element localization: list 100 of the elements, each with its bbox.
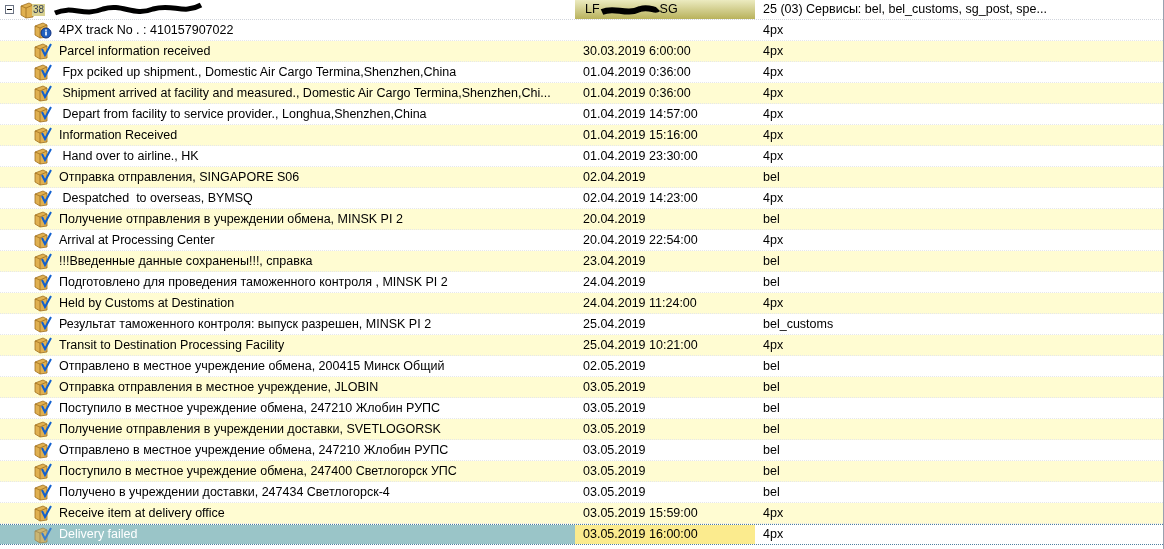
event-row[interactable]: Despatched to overseas, BYMSQ 02.04.2019 14:23:00 4px: [0, 188, 1163, 209]
service-text: 4px: [762, 231, 784, 249]
event-text: 4PX track No . : 410157907022: [59, 21, 234, 39]
date-text: 01.04.2019 23:30:00: [583, 147, 698, 165]
event-row[interactable]: Transit to Destination Processing Facility 25.04.2019 10:21:00 4px: [0, 335, 1163, 356]
parcel-check-icon: [34, 231, 52, 249]
event-row[interactable]: Held by Customs at Destination 24.04.2019 11:24:00 4px: [0, 293, 1163, 314]
service-text: bel_customs: [762, 315, 834, 333]
parcel-info-icon: [34, 21, 52, 39]
event-row[interactable]: !!!Введенные данные сохранены!!!, справка 23.04.2019 bel: [0, 251, 1163, 272]
date-text: 01.04.2019 0:36:00: [583, 84, 691, 102]
event-text: Отправка отправления, SINGAPORE S06: [59, 168, 300, 186]
event-row[interactable]: Arrival at Processing Center 20.04.2019 22:54:00 4px: [0, 230, 1163, 251]
service-text: bel: [762, 420, 780, 438]
date-text: 25.04.2019: [583, 315, 646, 333]
date-text: 03.05.2019 15:59:00: [583, 504, 698, 522]
code-prefix: LF: [585, 1, 600, 19]
parcel-check-icon: [34, 336, 52, 354]
service-text: 4px: [762, 63, 784, 81]
service-text: 4px: [762, 126, 784, 144]
parcel-check-icon: [34, 441, 52, 459]
event-row[interactable]: Information Received 01.04.2019 15:16:00 4px: [0, 125, 1163, 146]
event-row[interactable]: Delivery failed 03.05.2019 16:00:00 4px: [0, 524, 1163, 545]
event-text: Отправка отправления в местное учреждение, JLOBIN: [59, 378, 379, 396]
service-text: bel: [762, 441, 780, 459]
date-text: 03.05.2019: [583, 399, 646, 417]
event-text: Delivery failed: [59, 526, 138, 544]
event-row[interactable]: Shipment arrived at facility and measured., Domestic Air Cargo Termina,Shenzhen,Chi... 01.04.2019 0:36:00 4px: [0, 83, 1163, 104]
event-text: Arrival at Processing Center: [59, 231, 215, 249]
parcel-check-icon: [34, 252, 52, 270]
event-row[interactable]: Получено в учреждении доставки, 247434 Светлогорск-4 03.05.2019 bel: [0, 482, 1163, 503]
service-text: 4px: [762, 105, 784, 123]
event-row[interactable]: Результат таможенного контроля: выпуск разрешен, MINSK PI 2 25.04.2019 bel_customs: [0, 314, 1163, 335]
event-text: Поступило в местное учреждение обмена, 247400 Светлогорск УПС: [59, 462, 457, 480]
parcel-check-icon: [34, 273, 52, 291]
parcel-check-icon: [34, 399, 52, 417]
service-text: 4px: [762, 336, 784, 354]
date-text: 02.04.2019 14:23:00: [583, 189, 698, 207]
service-text: 4px: [762, 189, 784, 207]
parcel-check-icon: [34, 84, 52, 102]
event-text: Отправлено в местное учреждение обмена, 247210 Жлобин РУПС: [59, 441, 449, 459]
service-text: 4px: [762, 294, 784, 312]
event-text: Information Received: [59, 126, 178, 144]
event-text: Поступило в местное учреждение обмена, 247210 Жлобин РУПС: [59, 399, 441, 417]
date-text: 01.04.2019 15:16:00: [583, 126, 698, 144]
count-badge: 38: [32, 3, 46, 16]
event-text: Получение отправления в учреждении обмена, MINSK PI 2: [59, 210, 403, 228]
event-row[interactable]: Отправка отправления, SINGAPORE S06 02.04.2019 bel: [0, 167, 1163, 188]
event-row[interactable]: Получение отправления в учреждении доставки, SVETLOGORSK 03.05.2019 bel: [0, 419, 1163, 440]
event-row[interactable]: Поступило в местное учреждение обмена, 247210 Жлобин РУПС 03.05.2019 bel: [0, 398, 1163, 419]
date-text: 03.05.2019: [583, 462, 646, 480]
event-text: Fpx pciked up shipment., Domestic Air Cargo Termina,Shenzhen,China: [61, 63, 457, 81]
parcel-check-icon: [34, 357, 52, 375]
date-text: 03.05.2019: [583, 483, 646, 501]
date-text: 01.04.2019 0:36:00: [583, 63, 691, 81]
event-text: Transit to Destination Processing Facility: [59, 336, 285, 354]
date-text: 03.05.2019 16:00:00: [583, 526, 698, 544]
service-text: bel: [762, 168, 780, 186]
date-text: 23.04.2019: [583, 252, 646, 270]
service-text: bel: [762, 357, 780, 375]
service-text: 4px: [762, 504, 784, 522]
date-text: 03.05.2019: [583, 441, 646, 459]
event-text: Receive item at delivery office: [59, 504, 225, 522]
event-row[interactable]: Отправлено в местное учреждение обмена, 200415 Минск Общий 02.05.2019 bel: [0, 356, 1163, 377]
service-text: bel: [762, 399, 780, 417]
date-text: 30.03.2019 6:00:00: [583, 42, 691, 60]
event-row[interactable]: Parcel information received 30.03.2019 6:00:00 4px: [0, 41, 1163, 62]
event-text: Held by Customs at Destination: [59, 294, 235, 312]
event-text: !!!Введенные данные сохранены!!!, справка: [59, 252, 313, 270]
event-row[interactable]: Подготовлено для проведения таможенного контроля , MINSK PI 2 24.04.2019 bel: [0, 272, 1163, 293]
service-text: 4px: [762, 21, 784, 39]
service-text: 4px: [762, 42, 784, 60]
event-row[interactable]: Отправлено в местное учреждение обмена, 247210 Жлобин РУПС 03.05.2019 bel: [0, 440, 1163, 461]
event-row[interactable]: Поступило в местное учреждение обмена, 247400 Светлогорск УПС 03.05.2019 bel: [0, 461, 1163, 482]
event-row[interactable]: Hand over to airline., HK 01.04.2019 23:30:00 4px: [0, 146, 1163, 167]
date-text: 03.05.2019: [583, 378, 646, 396]
service-text: bel: [762, 483, 780, 501]
parcel-check-icon: [34, 147, 52, 165]
date-text: 24.04.2019 11:24:00: [583, 294, 697, 312]
event-text: Получено в учреждении доставки, 247434 Светлогорск-4: [59, 483, 390, 501]
parcel-check-icon: [34, 420, 52, 438]
event-row[interactable]: 4PX track No . : 410157907022 4px: [0, 20, 1163, 41]
date-text: 03.05.2019: [583, 420, 646, 438]
collapse-toggle[interactable]: [5, 5, 14, 14]
parcel-check-icon: [34, 42, 52, 60]
service-text: bel: [762, 273, 780, 291]
parcel-check-icon: [34, 504, 52, 522]
service-text: bel: [762, 462, 780, 480]
parcel-check-icon: [34, 525, 52, 544]
redaction-scribble: [599, 2, 660, 17]
event-row[interactable]: Receive item at delivery office 03.05.2019 15:59:00 4px: [0, 503, 1163, 524]
services-summary: 25 (03) Сервисы: bel, bel_customs, sg_post, spe...: [762, 1, 1047, 19]
event-row[interactable]: Fpx pciked up shipment., Domestic Air Cargo Termina,Shenzhen,China 01.04.2019 0:36:00 4px: [0, 62, 1163, 83]
event-row[interactable]: Отправка отправления в местное учреждение, JLOBIN 03.05.2019 bel: [0, 377, 1163, 398]
code-suffix: SG: [659, 1, 678, 19]
event-row[interactable]: Depart from facility to service provider., Longhua,Shenzhen,China 01.04.2019 14:57:00 4px: [0, 104, 1163, 125]
parcel-check-icon: [34, 168, 52, 186]
event-text: Результат таможенного контроля: выпуск разрешен, MINSK PI 2: [59, 315, 432, 333]
date-text: 20.04.2019 22:54:00: [583, 231, 698, 249]
event-row[interactable]: Получение отправления в учреждении обмена, MINSK PI 2 20.04.2019 bel: [0, 209, 1163, 230]
